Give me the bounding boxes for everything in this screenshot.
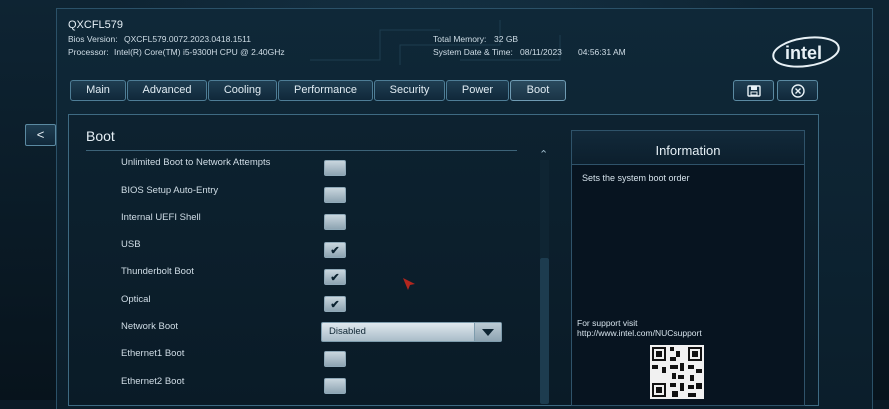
back-button[interactable]: < (25, 124, 56, 146)
label-internal-uefi-shell: Internal UEFI Shell (121, 212, 201, 223)
tab-main[interactable]: Main (70, 80, 126, 101)
checkbox-usb[interactable]: ✔ (324, 242, 346, 258)
support-url[interactable]: http://www.intel.com/NUCsupport (577, 328, 702, 338)
tab-power[interactable]: Power (446, 80, 509, 101)
checkbox-optical[interactable]: ✔ (324, 296, 346, 312)
tab-cooling[interactable]: Cooling (208, 80, 277, 101)
memory-label: Total Memory: (433, 34, 487, 44)
mouse-cursor-icon (403, 278, 415, 290)
information-description: Sets the system boot order (582, 173, 690, 183)
svg-text:intel: intel (785, 43, 822, 63)
title-divider (86, 150, 517, 151)
label-bios-setup-auto-entry: BIOS Setup Auto-Entry (121, 185, 219, 196)
system-model: QXCFL579 (68, 19, 124, 31)
exit-button[interactable] (777, 80, 818, 101)
checkmark-icon: ✔ (330, 298, 340, 311)
dropdown-arrow-icon[interactable] (474, 323, 501, 341)
section-title: Boot (86, 128, 115, 144)
support-line-1: For support visit (577, 318, 638, 328)
tab-performance[interactable]: Performance (278, 80, 373, 101)
processor-value: Intel(R) Core(TM) i5-9300H CPU @ 2.40GHz (114, 47, 285, 57)
information-title: Information (572, 131, 804, 165)
time-value: 04:56:31 AM (578, 47, 626, 57)
checkbox-internal-uefi-shell[interactable] (324, 214, 346, 230)
label-unlimited-boot-network: Unlimited Boot to Network Attempts (121, 157, 271, 168)
tab-security[interactable]: Security (374, 80, 445, 101)
label-ethernet1-boot: Ethernet1 Boot (121, 348, 185, 359)
memory-value: 32 GB (494, 34, 519, 44)
bios-version-value: QXCFL579.0072.2023.0418.1511 (124, 34, 251, 44)
processor-label: Processor: (68, 47, 109, 57)
tab-advanced[interactable]: Advanced (127, 80, 207, 101)
checkbox-bios-setup-auto-entry[interactable] (324, 187, 346, 203)
network-boot-value: Disabled (329, 326, 366, 337)
label-usb: USB (121, 239, 141, 250)
checkmark-icon: ✔ (330, 244, 340, 257)
checkbox-ethernet1-boot[interactable] (324, 351, 346, 367)
scrollbar-thumb[interactable] (540, 258, 549, 404)
bios-version-label: Bios Version: (68, 34, 118, 44)
qr-code-icon (650, 345, 704, 399)
datetime-label: System Date & Time: (433, 47, 513, 57)
date-value: 08/11/2023 (520, 47, 562, 57)
network-boot-select[interactable]: Disabled (321, 322, 502, 342)
save-button[interactable] (733, 80, 774, 101)
label-ethernet2-boot: Ethernet2 Boot (121, 376, 185, 387)
checkbox-thunderbolt-boot[interactable]: ✔ (324, 269, 346, 285)
information-panel: Information Sets the system boot order F… (571, 130, 805, 406)
scrollbar-track[interactable] (540, 160, 549, 258)
label-optical: Optical (121, 294, 151, 305)
tab-boot[interactable]: Boot (510, 80, 566, 101)
save-icon (746, 84, 761, 97)
support-text: For support visit http://www.intel.com/N… (577, 318, 702, 338)
intel-logo: intel (772, 36, 840, 68)
checkbox-ethernet2-boot[interactable] (324, 378, 346, 394)
checkmark-icon: ✔ (330, 271, 340, 284)
close-circle-icon (790, 83, 805, 98)
label-thunderbolt-boot: Thunderbolt Boot (121, 266, 194, 277)
checkbox-unlimited-boot-network[interactable] (324, 160, 346, 176)
label-network-boot: Network Boot (121, 321, 179, 332)
